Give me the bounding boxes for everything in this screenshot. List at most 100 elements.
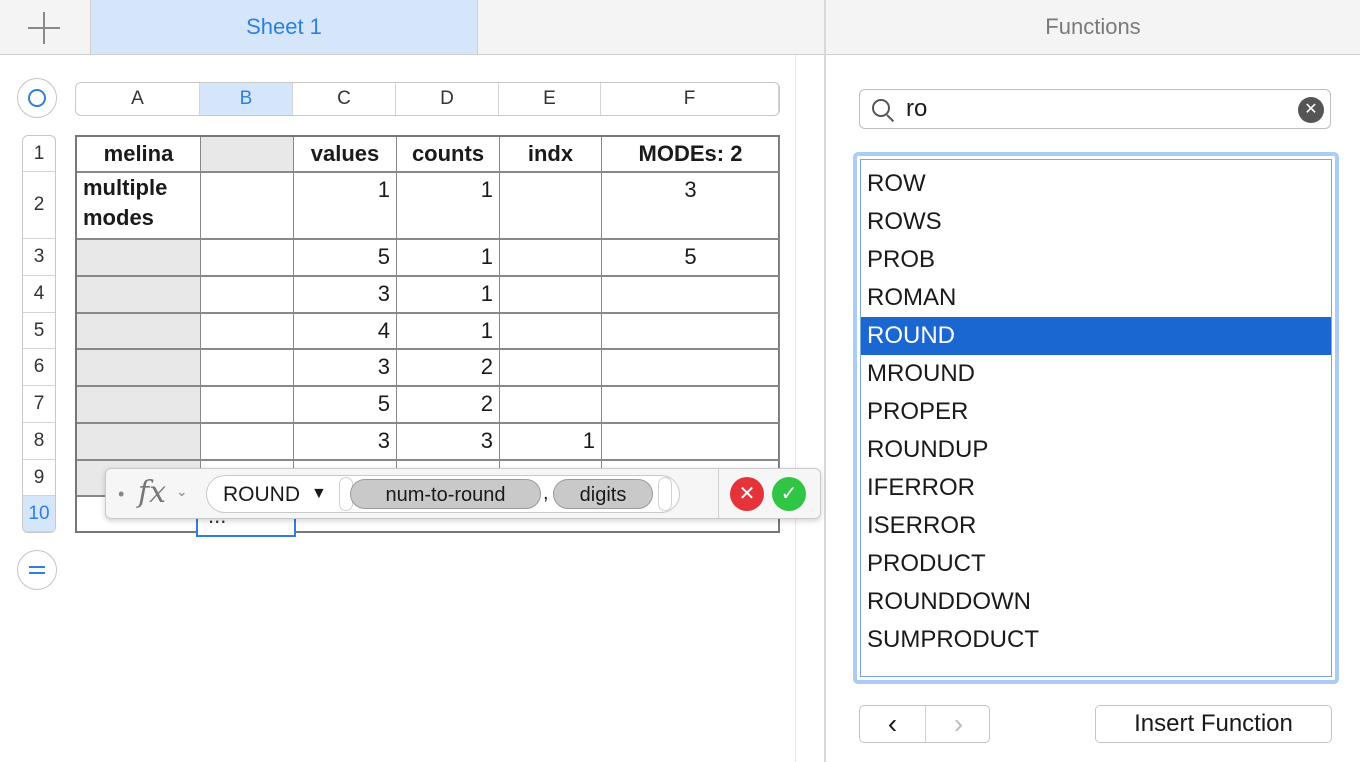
table-cell[interactable] [77,350,201,387]
function-list-item[interactable]: ROUNDDOWN [861,583,1331,621]
table-cell[interactable] [602,387,780,424]
function-list-item[interactable]: ROW [861,165,1331,203]
table-cell[interactable]: 2 [397,350,500,387]
arg-digits[interactable]: digits [553,479,653,509]
row-header-7[interactable]: 7 [23,386,55,423]
column-header-a[interactable]: A [76,83,200,115]
row-header-8[interactable]: 8 [23,423,55,460]
table-cell[interactable]: multiple modes [77,173,201,240]
back-button[interactable]: ‹ [860,706,926,742]
table-cell[interactable]: 1 [397,173,500,240]
function-list-item[interactable]: ROUNDUP [861,431,1331,469]
function-list-item[interactable]: ROMAN [861,279,1331,317]
row-header-3[interactable]: 3 [23,239,55,276]
table-cell[interactable]: values [294,137,397,173]
chevron-down-icon[interactable]: ⌄ [176,483,188,500]
table-cell[interactable]: 3 [294,277,397,314]
search-input[interactable]: ro [906,95,927,123]
table-cell[interactable] [500,277,602,314]
table-cell[interactable] [602,424,780,461]
table-cell[interactable]: 3 [397,424,500,461]
column-header-e[interactable]: E [499,83,601,115]
table-cell[interactable] [201,137,294,173]
table-cell[interactable] [77,277,201,314]
function-list-item[interactable]: ROUND [861,317,1331,355]
table-cell[interactable] [201,424,294,461]
circle-icon [28,89,46,107]
formula-input[interactable]: ROUND ▼ num-to-round , digits [206,475,680,513]
column-header-d[interactable]: D [396,83,499,115]
add-row-button[interactable] [17,550,57,590]
table-cell[interactable]: 5 [294,387,397,424]
function-list-item[interactable]: PROPER [861,393,1331,431]
column-header-c[interactable]: C [293,83,396,115]
forward-button[interactable]: › [926,706,991,742]
table-cell[interactable] [500,350,602,387]
column-header-b[interactable]: B [200,83,293,115]
function-list-item[interactable]: MROUND [861,355,1331,393]
table-cell[interactable]: 2 [397,387,500,424]
row-header-10[interactable]: 10 [23,496,55,532]
tab-sheet-1[interactable]: Sheet 1 [91,0,478,54]
function-list-item[interactable]: PRODUCT [861,545,1331,583]
clear-icon[interactable]: ✕ [1298,97,1324,123]
insert-function-button[interactable]: Insert Function [1095,705,1332,743]
dropdown-triangle-icon[interactable]: ▼ [311,485,327,503]
drag-handle-icon[interactable]: • [118,484,124,505]
table-cell[interactable] [500,173,602,240]
row-header-1[interactable]: 1 [23,136,55,172]
table-cell[interactable] [201,173,294,240]
table-cell[interactable] [500,240,602,277]
function-list-item[interactable]: PROB [861,241,1331,279]
table-cell[interactable]: MODEs: 2 [602,137,780,173]
table-cell[interactable] [77,387,201,424]
table-cell[interactable]: 1 [397,240,500,277]
table-cell[interactable]: 1 [397,314,500,350]
accept-icon[interactable]: ✓ [772,477,806,511]
table-cell[interactable] [500,387,602,424]
table-cell[interactable]: 3 [602,173,780,240]
table-cell[interactable]: 3 [294,350,397,387]
table-cell[interactable]: 1 [294,173,397,240]
table-cell[interactable]: counts [397,137,500,173]
table-cell[interactable]: 4 [294,314,397,350]
panel-divider [824,0,826,762]
fx-icon[interactable]: fx [138,475,166,510]
table-cell[interactable] [500,314,602,350]
table-cell[interactable] [602,314,780,350]
row-header-4[interactable]: 4 [23,276,55,313]
function-search-field[interactable]: ro ✕ [859,89,1331,129]
table-cell[interactable]: 3 [294,424,397,461]
table-cell[interactable] [77,424,201,461]
function-list-item[interactable]: SUMPRODUCT [861,621,1331,659]
function-list-item[interactable]: ISERROR [861,507,1331,545]
row-header-5[interactable]: 5 [23,313,55,349]
function-list-item[interactable]: ROWS [861,203,1331,241]
close-paren-token [658,477,672,511]
table-cell[interactable]: melina [77,137,201,173]
table-cell[interactable] [201,277,294,314]
table-cell[interactable]: 1 [500,424,602,461]
row-header-6[interactable]: 6 [23,349,55,386]
table-cell[interactable] [602,350,780,387]
table-cell[interactable] [201,350,294,387]
add-sheet-button[interactable] [0,0,91,54]
table-cell[interactable]: 5 [294,240,397,277]
table-cell[interactable]: 5 [602,240,780,277]
arg-num-to-round[interactable]: num-to-round [350,479,541,509]
table-cell[interactable] [201,314,294,350]
table-cell[interactable]: indx [500,137,602,173]
table-cell[interactable] [77,240,201,277]
table-cell[interactable] [201,240,294,277]
select-all-button[interactable] [17,78,57,118]
table-cell[interactable] [77,314,201,350]
row-header-9[interactable]: 9 [23,460,55,496]
table-cell[interactable] [602,277,780,314]
function-list-item[interactable]: IFERROR [861,469,1331,507]
row-header-2[interactable]: 2 [23,172,55,239]
table-cell[interactable]: 1 [397,277,500,314]
column-header-f[interactable]: F [601,83,779,115]
table-cell[interactable] [201,387,294,424]
function-name-token[interactable]: ROUND [223,483,300,507]
cancel-icon[interactable]: ✕ [730,477,764,511]
